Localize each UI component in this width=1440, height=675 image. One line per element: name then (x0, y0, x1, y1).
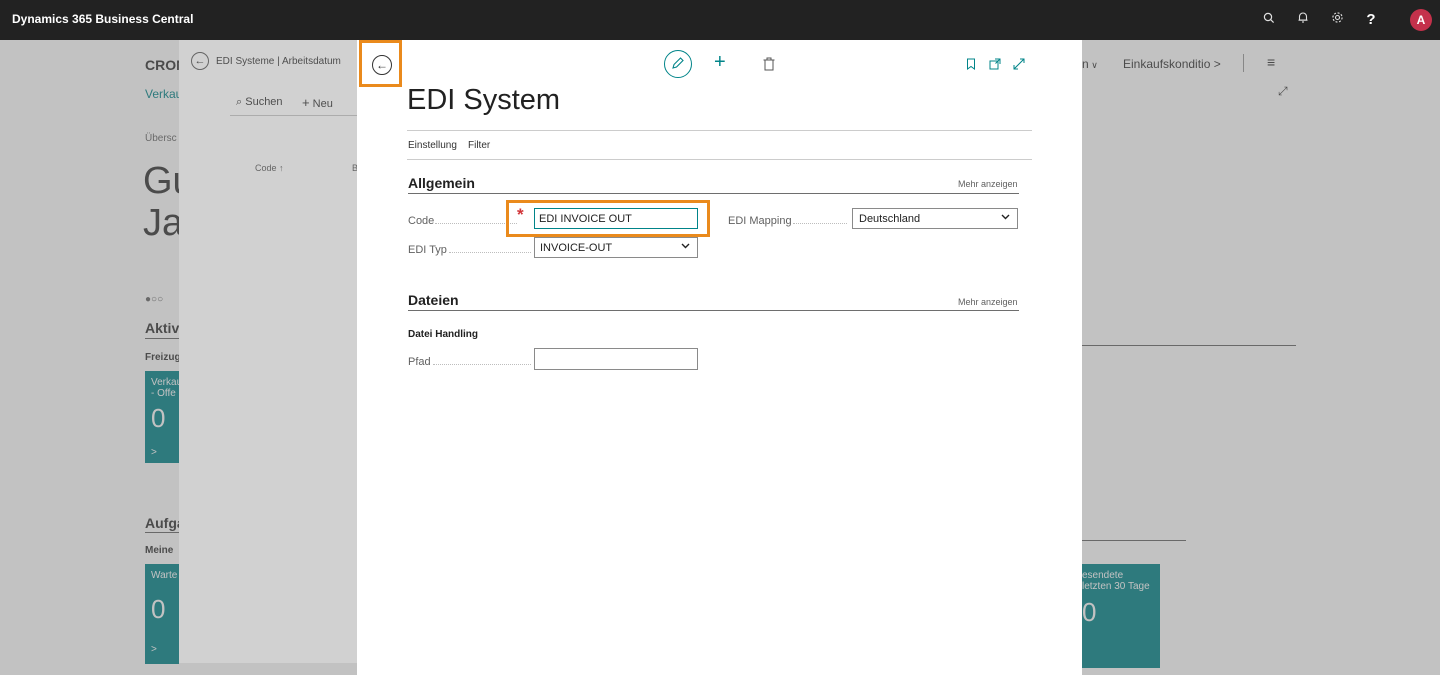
search-icon[interactable] (1259, 10, 1279, 30)
chevron-down-icon (681, 241, 690, 253)
chevron-down-icon (1001, 212, 1010, 224)
back-arrow-icon[interactable]: ← (372, 55, 392, 75)
section-files-title[interactable]: Dateien (408, 292, 459, 308)
edi-mapping-value: Deutschland (859, 213, 921, 225)
delete-button[interactable] (763, 57, 775, 76)
show-more-link[interactable]: Mehr anzeigen (958, 297, 1018, 307)
open-new-window-icon[interactable] (989, 57, 1001, 75)
list-panel-shade (179, 40, 357, 663)
edit-button[interactable] (664, 50, 692, 78)
section-underline (408, 310, 1019, 311)
file-handling-group: Datei Handling (408, 329, 479, 340)
code-field[interactable]: EDI INVOICE OUT (534, 208, 698, 229)
edi-typ-select[interactable]: INVOICE-OUT (534, 237, 698, 258)
page-title: EDI System (407, 84, 561, 116)
edi-mapping-select[interactable]: Deutschland (852, 208, 1018, 229)
gear-icon[interactable] (1327, 10, 1347, 30)
edi-typ-label: EDI Typ (408, 244, 447, 256)
label-leader (793, 223, 847, 224)
edi-typ-value: INVOICE-OUT (540, 242, 613, 254)
tab-filter[interactable]: Filter (468, 140, 490, 151)
edi-mapping-label: EDI Mapping (728, 215, 792, 227)
avatar[interactable]: A (1410, 9, 1432, 31)
help-icon[interactable]: ? (1361, 10, 1381, 30)
bell-icon[interactable] (1293, 10, 1313, 30)
edi-system-card: ← + EDI System Einstellung Filter Allgem… (357, 40, 1082, 675)
divider (407, 130, 1032, 131)
plus-icon: + (714, 51, 726, 73)
app-title[interactable]: Dynamics 365 Business Central (12, 12, 193, 26)
expand-icon[interactable] (1013, 57, 1025, 75)
required-indicator: * (517, 205, 524, 224)
label-leader (433, 364, 531, 365)
show-more-link[interactable]: Mehr anzeigen (958, 179, 1018, 189)
path-field[interactable] (534, 348, 698, 370)
top-bar (0, 0, 1440, 40)
section-underline (408, 193, 1019, 194)
divider (407, 159, 1032, 160)
path-label: Pfad (408, 356, 431, 368)
code-value: EDI INVOICE OUT (539, 213, 632, 225)
bookmark-icon[interactable] (966, 57, 976, 75)
code-label: Code (408, 215, 435, 227)
label-leader (449, 252, 531, 253)
pencil-icon (672, 57, 684, 69)
section-general-title[interactable]: Allgemein (408, 175, 475, 191)
new-button[interactable]: + (714, 51, 726, 74)
label-leader (435, 223, 517, 224)
tab-einstellung[interactable]: Einstellung (408, 140, 457, 151)
trash-icon (763, 57, 775, 71)
